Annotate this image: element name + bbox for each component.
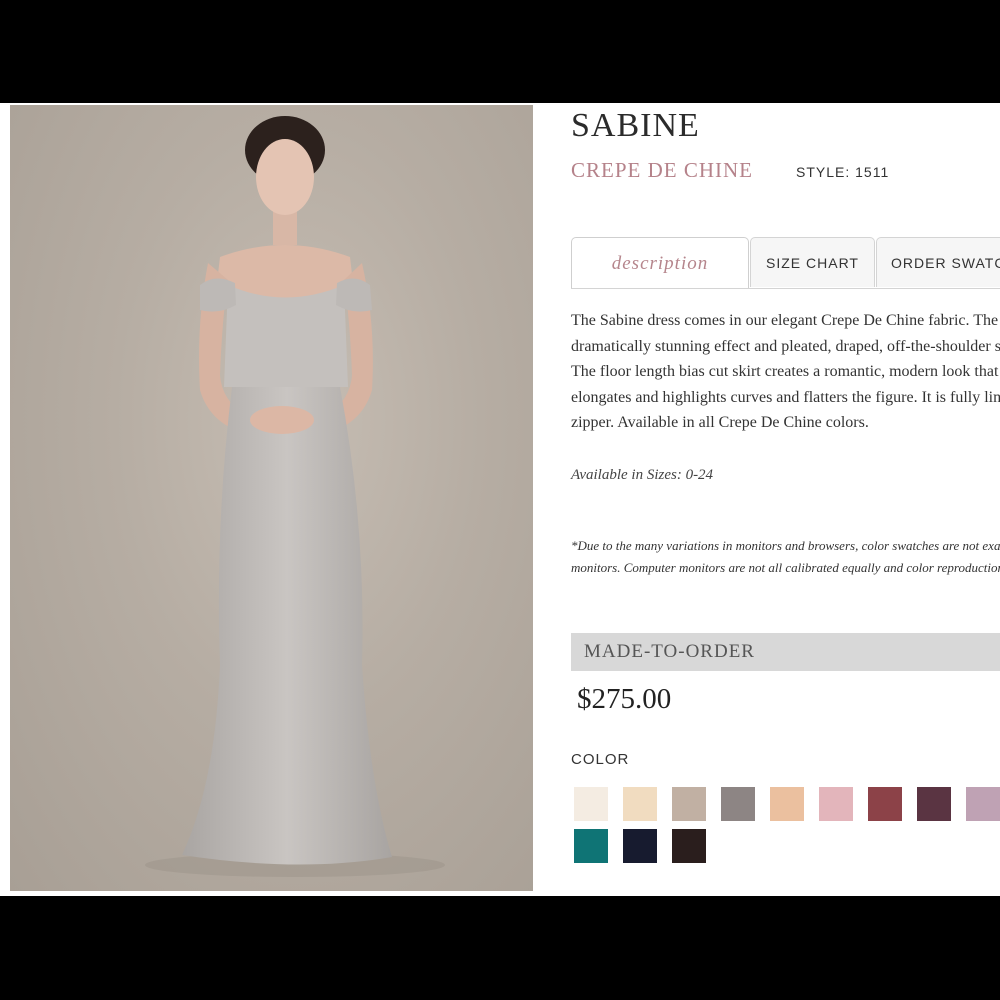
tab-order-swatches[interactable]: ORDER SWATCHES xyxy=(876,237,1000,287)
description-line: elongates and highlights curves and flat… xyxy=(571,388,1000,406)
plum-swatch[interactable] xyxy=(917,787,951,821)
available-sizes: Available in Sizes: 0-24 xyxy=(571,467,714,483)
product-tabs: description SIZE CHART ORDER SWATCHES xyxy=(571,237,1000,289)
taupe-swatch[interactable] xyxy=(672,787,706,821)
style-number: STYLE: 1511 xyxy=(796,164,890,180)
description-line: The Sabine dress comes in our elegant Cr… xyxy=(571,312,1000,329)
rose-swatch[interactable] xyxy=(868,787,902,821)
teal-swatch[interactable] xyxy=(574,829,608,863)
product-description: The Sabine dress comes in our elegant Cr… xyxy=(571,308,1000,436)
disclaimer-line: *Due to the many variations in monitors … xyxy=(571,538,1000,553)
tab-description[interactable]: description xyxy=(571,237,749,289)
fabric-name: CREPE DE CHINE xyxy=(571,158,753,182)
tab-size-chart[interactable]: SIZE CHART xyxy=(750,237,875,287)
ivory-swatch[interactable] xyxy=(574,787,608,821)
product-price: $275.00 xyxy=(577,683,672,715)
black-swatch[interactable] xyxy=(672,829,706,863)
disclaimer-line: monitors. Computer monitors are not all … xyxy=(571,560,1000,575)
product-name: SABINE xyxy=(571,107,700,144)
tabs-divider xyxy=(571,288,1000,289)
color-disclaimer: *Due to the many variations in monitors … xyxy=(571,535,1000,579)
product-photo[interactable] xyxy=(10,105,533,891)
dress-model-illustration xyxy=(145,116,445,877)
blush-swatch[interactable] xyxy=(819,787,853,821)
peach-swatch[interactable] xyxy=(770,787,804,821)
color-label: COLOR xyxy=(571,751,630,768)
description-line: The floor length bias cut skirt creates … xyxy=(571,363,999,380)
navy-swatch[interactable] xyxy=(623,829,657,863)
grey-swatch[interactable] xyxy=(721,787,755,821)
made-to-order-bar: MADE-TO-ORDER xyxy=(571,633,1000,671)
product-page: SABINE CREPE DE CHINE STYLE: 1511 descri… xyxy=(0,103,1000,896)
lilac-swatch[interactable] xyxy=(966,787,1000,821)
description-line: zipper. Available in all Crepe De Chine … xyxy=(571,414,869,431)
champagne-swatch[interactable] xyxy=(623,787,657,821)
description-line: dramatically stunning effect and pleated… xyxy=(571,337,1000,355)
